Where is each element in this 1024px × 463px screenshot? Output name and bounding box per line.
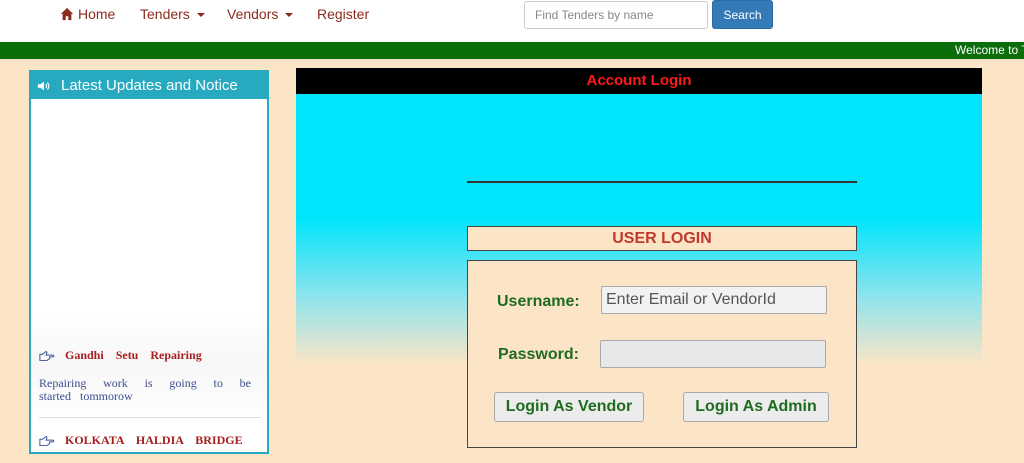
notice-item-title-text: KOLKATA HALDIA BRIDGE <box>65 433 243 447</box>
nav-vendors-dropdown[interactable]: Vendors <box>227 6 294 22</box>
nav-home-label: Home <box>78 6 116 22</box>
username-input[interactable] <box>601 286 827 314</box>
notice-item[interactable]: KOLKATA HALDIA BRIDGE <box>39 433 251 448</box>
divider-line <box>467 181 857 183</box>
user-login-title: USER LOGIN <box>467 226 857 251</box>
nav-home-link[interactable]: Home <box>60 6 115 22</box>
nav-vendors-label: Vendors <box>227 6 279 22</box>
marquee-bar: Welcome to T <box>0 42 1024 59</box>
nav-register-link[interactable]: Register <box>317 6 369 22</box>
notice-panel: Latest Updates and Notice Gandhi Setu Re… <box>29 70 269 454</box>
notice-item[interactable]: Gandhi Setu Repairing Repairing work is … <box>39 348 251 403</box>
notice-header-title: Latest Updates and Notice <box>61 77 238 94</box>
login-as-vendor-button[interactable]: Login As Vendor <box>494 392 644 422</box>
login-form: Username: Password: Login As Vendor Logi… <box>467 260 857 448</box>
username-label: Username: <box>497 293 580 310</box>
notice-item-description: Repairing work is going to be started to… <box>39 376 251 403</box>
speaker-icon <box>37 81 50 90</box>
hand-pointer-icon <box>39 435 55 446</box>
notice-item-title[interactable]: KOLKATA HALDIA BRIDGE <box>39 433 251 448</box>
marquee-text: Welcome to T <box>955 43 1024 57</box>
notice-item-title[interactable]: Gandhi Setu Repairing <box>39 348 251 363</box>
login-header: Account Login <box>296 68 982 94</box>
login-panel: Account Login USER LOGIN Username: Passw… <box>296 68 982 463</box>
hand-pointer-icon <box>39 350 55 361</box>
navbar: Home Tenders Vendors Register Search <box>0 0 1024 42</box>
search-input[interactable] <box>524 1 708 29</box>
notice-body[interactable]: Gandhi Setu Repairing Repairing work is … <box>31 99 267 452</box>
notice-header: Latest Updates and Notice <box>31 72 267 99</box>
login-as-admin-button[interactable]: Login As Admin <box>683 392 829 422</box>
password-input[interactable] <box>600 340 826 368</box>
caret-down-icon <box>285 13 294 17</box>
nav-register-label: Register <box>317 6 370 22</box>
notice-item-title-text: Gandhi Setu Repairing <box>65 348 202 362</box>
password-label: Password: <box>498 346 579 363</box>
notice-divider <box>39 417 261 418</box>
nav-tenders-label: Tenders <box>140 6 190 22</box>
nav-tenders-dropdown[interactable]: Tenders <box>140 6 205 22</box>
caret-down-icon <box>196 13 205 17</box>
search-button[interactable]: Search <box>712 0 773 29</box>
home-icon <box>60 7 74 21</box>
